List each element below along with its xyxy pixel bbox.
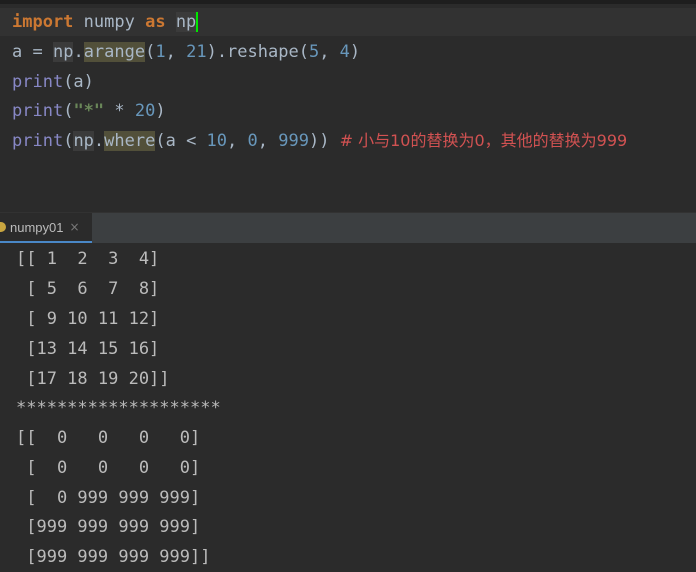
code-line-4[interactable]: print("*" * 20) — [12, 97, 166, 125]
num-literal: 1 — [155, 42, 166, 62]
console-line: [[ 1 2 3 4] — [16, 249, 160, 269]
code-line-5[interactable]: print(np.where(a < 10, 0, 999)) # 小与10的替… — [12, 127, 627, 155]
text-cursor — [196, 12, 199, 32]
run-tool-window-tabs: numpy01 × — [0, 212, 696, 243]
num-literal: 999 — [278, 131, 309, 151]
run-tab-numpy01[interactable]: numpy01 × — [0, 213, 92, 243]
console-line: [ 5 6 7 8] — [16, 279, 160, 299]
fn-arange: arange — [83, 42, 146, 62]
num-literal: 5 — [308, 42, 320, 62]
dot: . — [73, 42, 84, 62]
operator: * — [104, 101, 135, 121]
code-line-1[interactable]: import numpy as np — [0, 8, 696, 36]
comma: , — [165, 42, 187, 62]
console-line: [ 0 999 999 999] — [16, 488, 201, 508]
code-line-3[interactable]: print(a) — [12, 68, 94, 96]
console-line: [999 999 999 999] — [16, 517, 201, 537]
alias-np: np — [175, 12, 197, 32]
np-ref: np — [52, 42, 74, 62]
comma: , — [227, 131, 248, 151]
run-console-output[interactable]: [[ 1 2 3 4] [ 5 6 7 8] [ 9 10 11 12] [13… — [0, 244, 696, 571]
module-name: numpy — [73, 12, 146, 32]
console-line: [ 9 10 11 12] — [16, 309, 160, 329]
print-args: (a) — [63, 72, 94, 92]
paren: ) — [155, 101, 166, 121]
paren: ) — [349, 42, 361, 62]
fn-where: where — [104, 131, 156, 151]
code-comment: # 小与10的替换为0，其他的替换为999 — [329, 131, 628, 150]
console-line: [999 999 999 999]] — [16, 547, 211, 567]
console-line: [13 14 15 16] — [16, 339, 160, 359]
code-line-2[interactable]: a = np.arange(1, 21).reshape(5, 4) — [12, 38, 360, 66]
num-literal: 0 — [247, 131, 258, 151]
editor-top-border — [0, 0, 696, 4]
num-literal: 20 — [134, 101, 156, 121]
console-line: [[ 0 0 0 0] — [16, 428, 201, 448]
console-line: ******************** — [16, 398, 221, 418]
num-literal: 10 — [206, 131, 228, 151]
string-literal: "*" — [73, 101, 105, 121]
fn-print: print — [12, 101, 64, 121]
num-literal: 4 — [339, 42, 350, 62]
assign-prefix: a = — [12, 42, 53, 62]
paren: )) — [308, 131, 330, 151]
keyword-import: import — [12, 12, 74, 32]
dot: . — [93, 131, 105, 151]
paren: ( — [63, 101, 74, 121]
comma: , — [257, 131, 279, 151]
reshape-call: ).reshape( — [206, 42, 309, 62]
close-icon[interactable]: × — [69, 220, 79, 234]
condition: (a < — [155, 131, 207, 151]
code-editor[interactable]: import numpy as np a = np.arange(1, 21).… — [0, 0, 696, 188]
fn-print: print — [12, 131, 64, 151]
paren: ( — [63, 131, 74, 151]
keyword-as: as — [145, 12, 166, 32]
np-ref: np — [73, 131, 94, 151]
console-line: [17 18 19 20]] — [16, 369, 170, 389]
paren: ( — [145, 42, 156, 62]
run-tab-label: numpy01 — [10, 219, 64, 235]
python-file-icon — [0, 222, 6, 232]
console-line: [ 0 0 0 0] — [16, 458, 201, 478]
fn-print: print — [12, 72, 64, 92]
comma: , — [319, 42, 340, 62]
num-literal: 21 — [186, 42, 207, 62]
